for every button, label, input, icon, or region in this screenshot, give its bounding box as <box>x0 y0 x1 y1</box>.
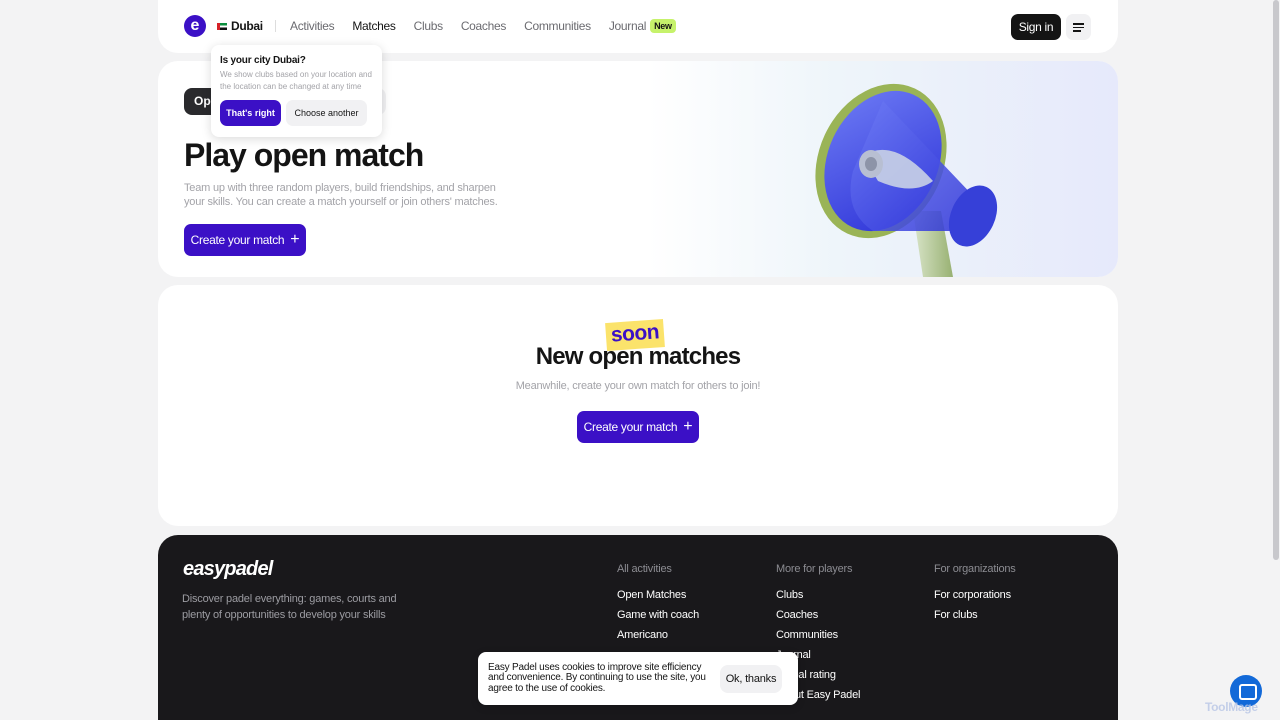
confirm-city-button[interactable]: That's right <box>220 100 281 126</box>
main-nav: Activities Matches Clubs Coaches Communi… <box>290 19 676 33</box>
plus-icon: + <box>683 418 693 435</box>
footer-column-heading: More for players <box>776 563 853 575</box>
footer-link[interactable]: Game with coach <box>617 609 699 622</box>
hero-description: Team up with three random players, build… <box>184 182 498 208</box>
footer-link[interactable]: Clubs <box>776 589 860 602</box>
popup-actions: That's right Choose another <box>220 100 373 126</box>
footer-link[interactable]: Open Matches <box>617 589 699 602</box>
nav-divider <box>275 20 276 32</box>
nav-coaches[interactable]: Coaches <box>461 19 507 33</box>
footer-link[interactable]: Americano <box>617 629 699 642</box>
footer-link[interactable]: Communities <box>776 629 860 642</box>
nav-matches[interactable]: Matches <box>352 19 396 33</box>
footer-link[interactable]: For clubs <box>934 609 1016 622</box>
nav-clubs[interactable]: Clubs <box>414 19 443 33</box>
nav-activities[interactable]: Activities <box>290 19 335 33</box>
footer-link[interactable]: For corporations <box>934 589 1016 602</box>
hero-title: Play open match <box>184 137 424 173</box>
footer-column-heading: For organizations <box>934 563 1016 575</box>
sign-in-button[interactable]: Sign in <box>1011 14 1061 40</box>
choose-another-city-button[interactable]: Choose another <box>286 100 367 126</box>
accept-cookies-button[interactable]: Ok, thanks <box>720 664 782 693</box>
menu-button[interactable] <box>1066 14 1091 40</box>
city-selector[interactable]: Dubai <box>217 19 263 33</box>
soon-label: soon <box>605 319 666 351</box>
footer-column-heading: All activities <box>617 563 672 575</box>
plus-icon: + <box>290 231 300 248</box>
create-match-button-secondary[interactable]: Create your match + <box>577 411 699 443</box>
popup-text: We show clubs based on your location and… <box>220 70 372 91</box>
city-name: Dubai <box>231 19 263 33</box>
page-scrollbar[interactable] <box>1272 0 1280 720</box>
popup-title: Is your city Dubai? <box>220 55 306 66</box>
nav-journal[interactable]: Journal New <box>609 19 676 33</box>
footer-column-activities: All activities Open Matches Game with co… <box>617 563 699 649</box>
scrollbar-thumb[interactable] <box>1273 0 1279 560</box>
watermark-logo: ToolMage <box>1205 700 1258 714</box>
create-match-label: Create your match <box>190 233 285 247</box>
hamburger-icon <box>1073 23 1084 25</box>
create-match-label: Create your match <box>583 420 678 434</box>
city-confirm-popup: Is your city Dubai? We show clubs based … <box>211 45 382 137</box>
footer-tagline: Discover padel everything: games, courts… <box>182 593 397 621</box>
megaphone-illustration <box>815 83 998 277</box>
cookie-text: Easy Padel uses cookies to improve site … <box>488 661 706 694</box>
hamburger-icon-line <box>1073 26 1084 28</box>
open-matches-section: New open matches soon Meanwhile, create … <box>158 285 1118 526</box>
uae-flag-icon <box>217 22 227 30</box>
create-match-button[interactable]: Create your match + <box>184 224 306 256</box>
footer-link[interactable]: Coaches <box>776 609 860 622</box>
new-badge: New <box>650 19 676 33</box>
hamburger-icon-line <box>1073 30 1081 32</box>
nav-journal-label: Journal <box>608 19 647 33</box>
nav-communities[interactable]: Communities <box>524 19 591 33</box>
matches-subtitle: Meanwhile, create your own match for oth… <box>515 380 761 392</box>
easypadel-logo[interactable]: e <box>184 15 206 37</box>
footer-logo[interactable]: easypadel <box>183 558 273 581</box>
cookie-banner: Easy Padel uses cookies to improve site … <box>478 652 798 705</box>
footer-column-organizations: For organizations For corporations For c… <box>934 563 1016 629</box>
